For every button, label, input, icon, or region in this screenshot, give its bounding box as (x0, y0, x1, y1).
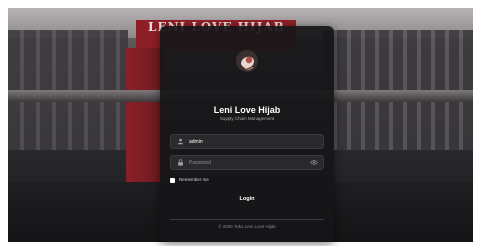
login-page: LENI LOVE HIJAB Leni Love Hijab Supply C… (0, 0, 478, 246)
brand-title: Leni Love Hijab (213, 105, 281, 115)
brand-subtitle: Supply Chain Management (219, 116, 275, 121)
login-button[interactable]: Login (170, 191, 324, 205)
password-input[interactable] (189, 157, 309, 168)
hijab-logo-icon (236, 50, 258, 72)
remember-me-label: Remember me (179, 177, 209, 182)
footer-divider (170, 219, 324, 220)
lock-icon (178, 159, 183, 166)
password-field[interactable] (170, 155, 324, 170)
user-icon (177, 138, 184, 145)
username-field[interactable] (170, 134, 324, 149)
username-input[interactable] (189, 136, 309, 147)
remember-me-checkbox[interactable] (170, 178, 175, 183)
login-card: Leni Love Hijab Supply Chain Management … (160, 26, 334, 242)
footer-copyright: © 2026 Toko Leni Love Hijab (218, 224, 276, 229)
eye-icon[interactable] (310, 159, 318, 166)
